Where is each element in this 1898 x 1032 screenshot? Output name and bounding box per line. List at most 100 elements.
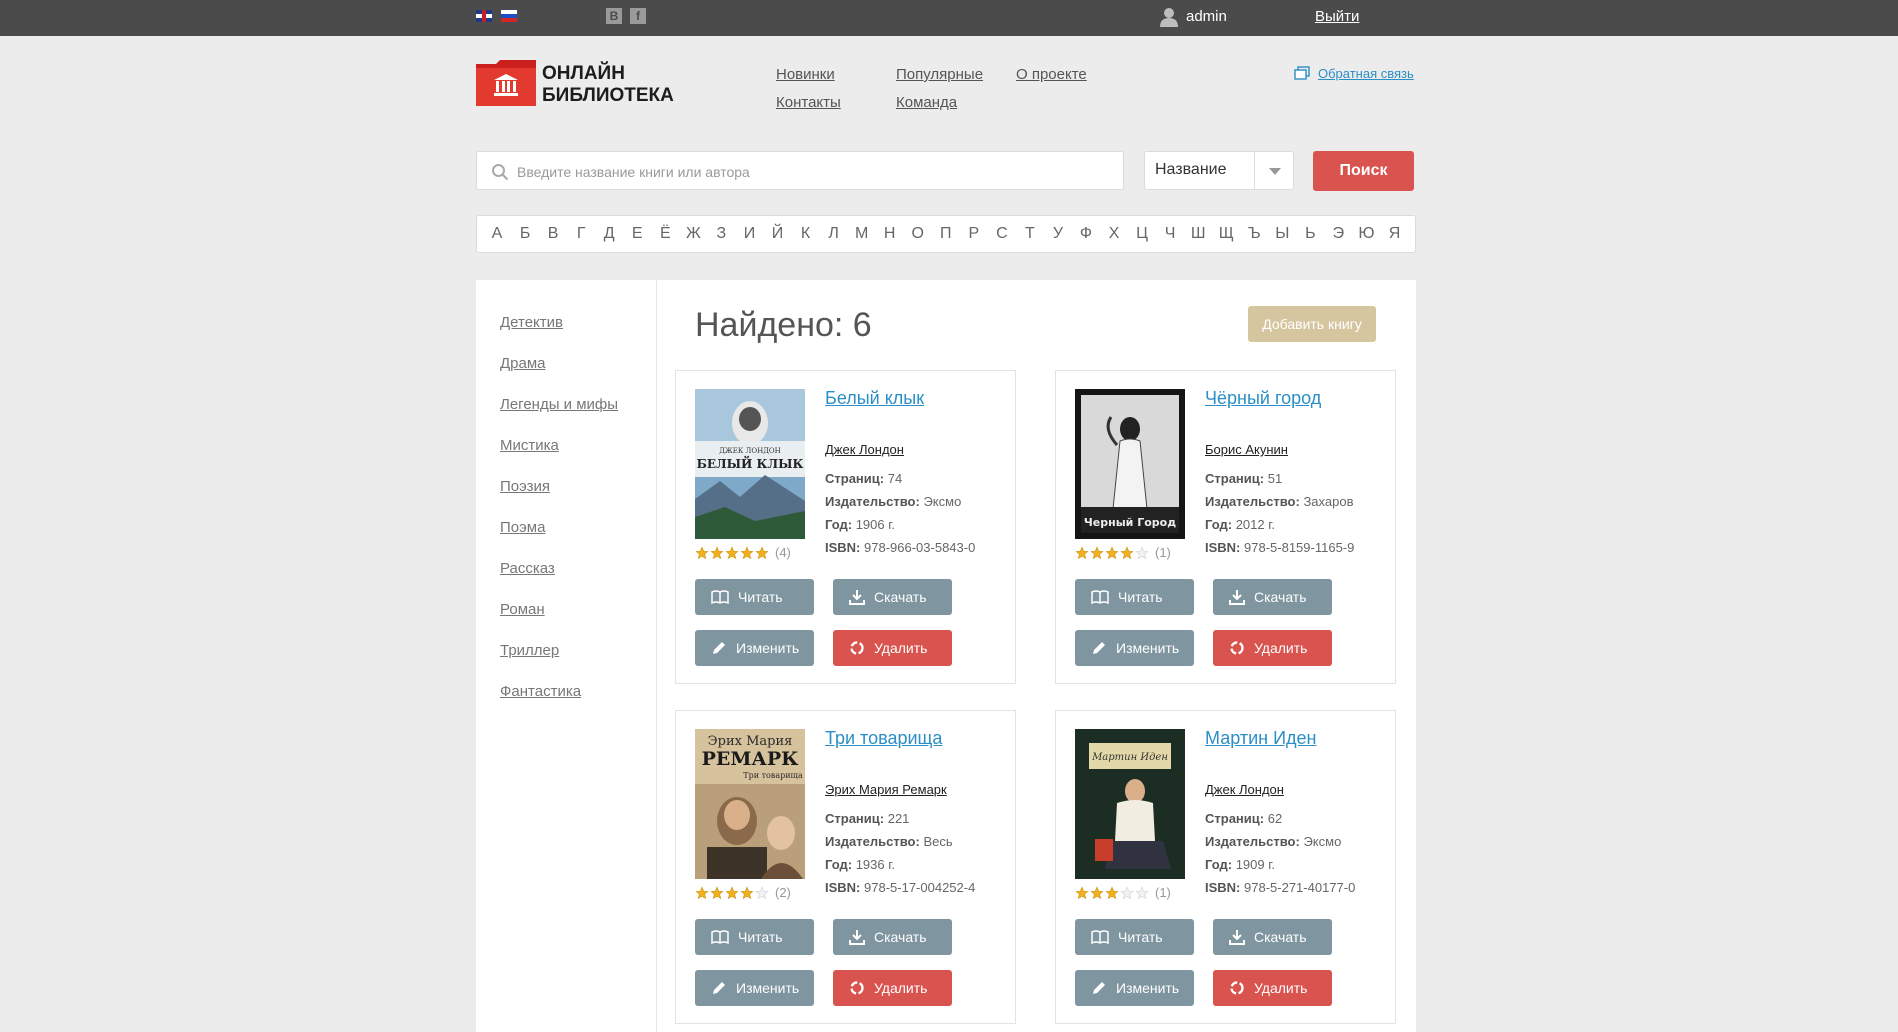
alphabet-letter[interactable]: Е	[624, 225, 650, 243]
alphabet-letter[interactable]: Ъ	[1241, 225, 1267, 243]
star-empty-icon[interactable]	[1120, 885, 1134, 900]
facebook-icon[interactable]: f	[630, 8, 646, 24]
star-empty-icon[interactable]	[1135, 545, 1149, 560]
book-author-link[interactable]: Джек Лондон	[1205, 782, 1284, 797]
alphabet-letter[interactable]: Ь	[1297, 225, 1323, 243]
alphabet-letter[interactable]: А	[484, 225, 510, 243]
edit-button[interactable]: Изменить	[695, 970, 814, 1006]
star-filled-icon[interactable]	[1120, 545, 1134, 560]
alphabet-letter[interactable]: Ф	[1073, 225, 1099, 243]
alphabet-letter[interactable]: В	[540, 225, 566, 243]
rating[interactable]: (1)	[1075, 545, 1171, 560]
delete-button[interactable]: Удалить	[1213, 970, 1332, 1006]
genre-link[interactable]: Триллер	[500, 642, 559, 659]
genre-link[interactable]: Мистика	[500, 437, 559, 454]
star-filled-icon[interactable]	[1075, 885, 1089, 900]
read-button[interactable]: Читать	[1075, 919, 1194, 955]
star-filled-icon[interactable]	[755, 545, 769, 560]
genre-link[interactable]: Легенды и мифы	[500, 396, 618, 413]
site-logo-text[interactable]: ОНЛАЙН БИБЛИОТЕКА	[542, 63, 674, 107]
nav-contacts[interactable]: Контакты	[776, 94, 841, 111]
download-button[interactable]: Скачать	[1213, 579, 1332, 615]
genre-link[interactable]: Рассказ	[500, 560, 555, 577]
book-cover[interactable]: Черный Город	[1075, 389, 1185, 539]
genre-link[interactable]: Драма	[500, 355, 546, 372]
star-filled-icon[interactable]	[740, 545, 754, 560]
star-filled-icon[interactable]	[725, 885, 739, 900]
vk-icon[interactable]: B	[606, 8, 622, 24]
alphabet-letter[interactable]: О	[905, 225, 931, 243]
edit-button[interactable]: Изменить	[1075, 630, 1194, 666]
alphabet-letter[interactable]: Ё	[652, 225, 678, 243]
download-button[interactable]: Скачать	[1213, 919, 1332, 955]
book-title-link[interactable]: Белый клык	[825, 388, 924, 409]
star-filled-icon[interactable]	[695, 885, 709, 900]
star-filled-icon[interactable]	[710, 545, 724, 560]
alphabet-letter[interactable]: Ш	[1185, 225, 1211, 243]
edit-button[interactable]: Изменить	[695, 630, 814, 666]
search-type-select[interactable]: Название	[1144, 151, 1294, 190]
alphabet-letter[interactable]: Т	[1017, 225, 1043, 243]
read-button[interactable]: Читать	[695, 919, 814, 955]
genre-link[interactable]: Поэзия	[500, 478, 550, 495]
nav-about[interactable]: О проекте	[1016, 66, 1087, 83]
book-author-link[interactable]: Джек Лондон	[825, 442, 904, 457]
search-input[interactable]	[515, 152, 1115, 191]
genre-link[interactable]: Поэма	[500, 519, 545, 536]
star-empty-icon[interactable]	[1135, 885, 1149, 900]
add-book-button[interactable]: Добавить книгу	[1248, 306, 1376, 342]
alphabet-letter[interactable]: Б	[512, 225, 538, 243]
alphabet-letter[interactable]: Н	[877, 225, 903, 243]
book-title-link[interactable]: Три товарища	[825, 728, 942, 749]
book-cover[interactable]: Эрих Мария РЕМАРК Три товарища	[695, 729, 805, 879]
genre-link[interactable]: Фантастика	[500, 683, 581, 700]
alphabet-letter[interactable]: Х	[1101, 225, 1127, 243]
search-button[interactable]: Поиск	[1313, 151, 1414, 191]
book-title-link[interactable]: Мартин Иден	[1205, 728, 1316, 749]
book-author-link[interactable]: Борис Акунин	[1205, 442, 1288, 457]
star-empty-icon[interactable]	[755, 885, 769, 900]
download-button[interactable]: Скачать	[833, 919, 952, 955]
star-filled-icon[interactable]	[1075, 545, 1089, 560]
alphabet-letter[interactable]: Э	[1325, 225, 1351, 243]
alphabet-letter[interactable]: Ч	[1157, 225, 1183, 243]
alphabet-letter[interactable]: У	[1045, 225, 1071, 243]
star-filled-icon[interactable]	[710, 885, 724, 900]
alphabet-letter[interactable]: П	[933, 225, 959, 243]
alphabet-letter[interactable]: Ж	[680, 225, 706, 243]
alphabet-letter[interactable]: Ц	[1129, 225, 1155, 243]
alphabet-letter[interactable]: Я	[1382, 225, 1408, 243]
alphabet-letter[interactable]: Л	[821, 225, 847, 243]
book-cover[interactable]: Мартин Иден	[1075, 729, 1185, 879]
alphabet-letter[interactable]: Д	[596, 225, 622, 243]
book-title-link[interactable]: Чёрный город	[1205, 388, 1321, 409]
star-filled-icon[interactable]	[1105, 885, 1119, 900]
alphabet-letter[interactable]: Ы	[1269, 225, 1295, 243]
library-logo-icon[interactable]	[476, 60, 536, 106]
nav-popular[interactable]: Популярные	[896, 66, 983, 83]
delete-button[interactable]: Удалить	[833, 970, 952, 1006]
alphabet-letter[interactable]: М	[849, 225, 875, 243]
feedback-icon[interactable]	[1294, 66, 1310, 80]
nav-new[interactable]: Новинки	[776, 66, 835, 83]
read-button[interactable]: Читать	[695, 579, 814, 615]
alphabet-letter[interactable]: Р	[961, 225, 987, 243]
rating[interactable]: (1)	[1075, 885, 1171, 900]
edit-button[interactable]: Изменить	[1075, 970, 1194, 1006]
genre-link[interactable]: Роман	[500, 601, 545, 618]
search-box[interactable]	[476, 151, 1124, 191]
alphabet-letter[interactable]: Щ	[1213, 225, 1239, 243]
book-author-link[interactable]: Эрих Мария Ремарк	[825, 782, 947, 797]
read-button[interactable]: Читать	[1075, 579, 1194, 615]
star-filled-icon[interactable]	[1090, 545, 1104, 560]
rating[interactable]: (2)	[695, 885, 791, 900]
logout-link[interactable]: Выйти	[1315, 8, 1359, 25]
alphabet-letter[interactable]: К	[793, 225, 819, 243]
star-filled-icon[interactable]	[1090, 885, 1104, 900]
nav-team[interactable]: Команда	[896, 94, 957, 111]
star-filled-icon[interactable]	[1105, 545, 1119, 560]
rating[interactable]: (4)	[695, 545, 791, 560]
alphabet-letter[interactable]: С	[989, 225, 1015, 243]
russian-flag-icon[interactable]	[501, 10, 517, 22]
download-button[interactable]: Скачать	[833, 579, 952, 615]
